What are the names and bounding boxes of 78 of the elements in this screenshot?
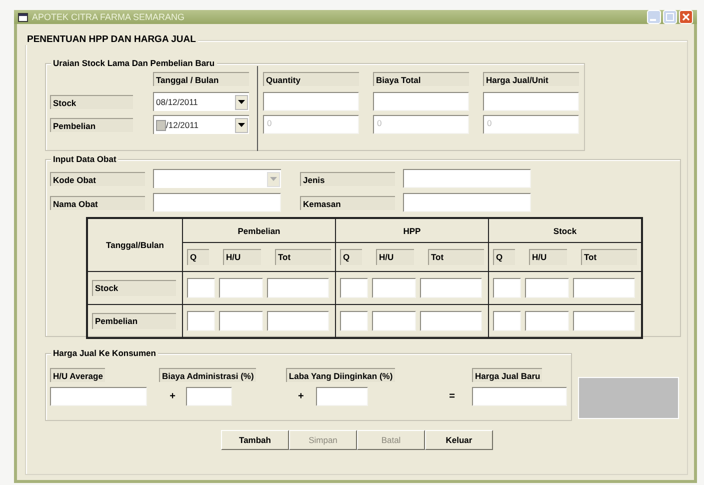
subcolumn-label: Tot — [581, 249, 637, 265]
subcolumn-label: H/U — [376, 249, 414, 265]
input-field[interactable] — [187, 278, 215, 298]
form-button[interactable]: Tambah — [221, 430, 289, 450]
input-field[interactable] — [493, 311, 521, 331]
input-field[interactable]: 0 — [263, 115, 359, 134]
group-title: Input Data Obat — [51, 154, 118, 165]
column-label: Quantity — [263, 72, 359, 86]
column-label: Harga Jual/Unit — [483, 72, 579, 86]
input-field[interactable] — [372, 311, 416, 331]
subcolumn-label: H/U — [529, 249, 567, 265]
group-title: Uraian Stock Lama Dan Pembelian Baru — [51, 58, 217, 69]
date-picker[interactable]: /12/2011 — [153, 115, 249, 134]
row-label: Pembelian — [92, 313, 176, 329]
input-field[interactable] — [263, 92, 359, 111]
input-field[interactable]: 0 — [373, 115, 469, 134]
input-field[interactable] — [420, 278, 482, 298]
input-field[interactable] — [340, 311, 368, 331]
operator-sign: + — [168, 391, 176, 402]
window-title: APOTEK CITRA FARMA SEMARANG — [32, 12, 186, 22]
field-label: Kode Obat — [50, 172, 145, 186]
column-label: Biaya Total — [373, 72, 469, 86]
selection-highlight — [156, 120, 166, 130]
input-field[interactable] — [219, 278, 263, 298]
input-field[interactable] — [525, 311, 569, 331]
input-field[interactable] — [267, 278, 329, 298]
column-header: Stock — [553, 226, 577, 236]
row-label: Pembelian — [50, 118, 133, 132]
row-label: Stock — [50, 94, 133, 108]
subcolumn-label: Q — [340, 249, 362, 265]
input-field[interactable] — [573, 311, 635, 331]
input-field[interactable] — [187, 311, 215, 331]
field-label: Harga Jual Baru — [472, 368, 542, 382]
input-field[interactable] — [472, 387, 567, 406]
operator-sign: + — [297, 391, 305, 402]
column-label: Tanggal / Bulan — [153, 72, 249, 86]
input-field[interactable]: 0 — [483, 115, 579, 134]
field-label: Jenis — [300, 172, 395, 186]
window-icon — [18, 12, 28, 22]
dropdown-icon[interactable] — [235, 94, 248, 110]
date-picker[interactable]: 08/12/2011 — [153, 92, 249, 111]
field-label: Laba Yang Diinginkan (%) — [286, 368, 395, 382]
input-field[interactable] — [403, 193, 531, 212]
subcolumn-label: Q — [187, 249, 209, 265]
input-field[interactable] — [525, 278, 569, 298]
row-label: Stock — [92, 280, 176, 296]
input-field[interactable] — [573, 278, 635, 298]
subcolumn-label: Tot — [428, 249, 484, 265]
input-field[interactable] — [50, 387, 147, 406]
operator-sign: = — [448, 391, 456, 402]
input-field[interactable] — [267, 311, 329, 331]
input-field[interactable] — [153, 193, 281, 212]
field-label: H/U Average — [50, 368, 105, 382]
field-label: Kemasan — [300, 196, 395, 210]
input-field[interactable] — [483, 92, 579, 111]
combo-box[interactable] — [153, 169, 281, 188]
close-icon[interactable] — [679, 10, 693, 24]
input-field[interactable] — [493, 278, 521, 298]
field-label: Nama Obat — [50, 196, 145, 210]
input-field[interactable] — [219, 311, 263, 331]
subcolumn-label: H/U — [223, 249, 261, 265]
form-button[interactable]: Keluar — [425, 430, 493, 450]
column-header: Pembelian — [238, 226, 280, 236]
subcolumn-label: Q — [493, 249, 515, 265]
form-title: PENENTUAN HPP DAN HARGA JUAL — [25, 34, 198, 45]
group-title: Harga Jual Ke Konsumen — [51, 348, 158, 359]
input-field[interactable] — [372, 278, 416, 298]
column-header: HPP — [403, 226, 421, 236]
input-field[interactable] — [373, 92, 469, 111]
input-field[interactable] — [420, 311, 482, 331]
column-header: Tanggal/Bulan — [106, 240, 164, 250]
input-field[interactable] — [340, 278, 368, 298]
dropdown-icon[interactable] — [235, 118, 248, 132]
field-label: Biaya Administrasi (%) — [159, 368, 256, 382]
input-field[interactable] — [316, 387, 368, 406]
subcolumn-label: Tot — [275, 249, 331, 265]
input-field[interactable] — [186, 387, 232, 406]
input-field[interactable] — [403, 169, 531, 188]
